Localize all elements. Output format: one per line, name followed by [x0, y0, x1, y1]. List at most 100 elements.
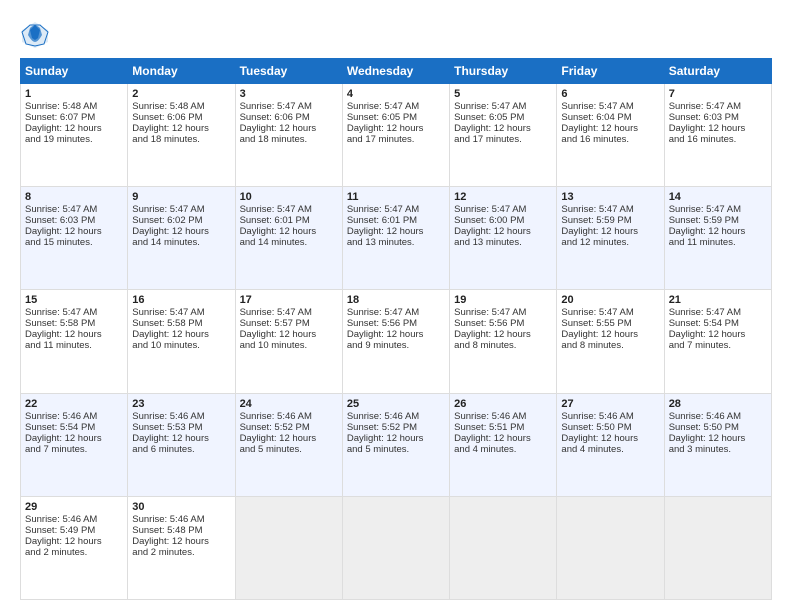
day-number: 15 [25, 294, 123, 306]
day-info-line: Sunrise: 5:46 AM [561, 411, 659, 422]
day-number: 12 [454, 191, 552, 203]
weekday-header: Wednesday [342, 59, 449, 84]
day-info-line: Sunset: 5:48 PM [132, 525, 230, 536]
day-number: 30 [132, 501, 230, 513]
day-info-line: Daylight: 12 hours [25, 123, 123, 134]
weekday-header: Sunday [21, 59, 128, 84]
day-number: 23 [132, 398, 230, 410]
day-info-line: Sunrise: 5:47 AM [561, 101, 659, 112]
day-info-line: Daylight: 12 hours [25, 433, 123, 444]
day-number: 4 [347, 88, 445, 100]
day-info-line: Sunset: 6:00 PM [454, 215, 552, 226]
day-number: 16 [132, 294, 230, 306]
day-info-line: Sunset: 5:57 PM [240, 318, 338, 329]
calendar-cell: 28Sunrise: 5:46 AMSunset: 5:50 PMDayligh… [664, 393, 771, 496]
day-info-line: Sunrise: 5:47 AM [347, 204, 445, 215]
day-info-line: and 14 minutes. [240, 237, 338, 248]
calendar-cell: 8Sunrise: 5:47 AMSunset: 6:03 PMDaylight… [21, 187, 128, 290]
day-info-line: and 16 minutes. [669, 134, 767, 145]
day-info-line: Sunrise: 5:47 AM [240, 307, 338, 318]
day-info-line: Sunset: 6:01 PM [240, 215, 338, 226]
day-info-line: Daylight: 12 hours [669, 123, 767, 134]
day-number: 19 [454, 294, 552, 306]
calendar-cell: 5Sunrise: 5:47 AMSunset: 6:05 PMDaylight… [450, 84, 557, 187]
day-info-line: Sunset: 5:58 PM [25, 318, 123, 329]
day-info-line: Sunset: 5:54 PM [25, 422, 123, 433]
day-info-line: Sunset: 5:51 PM [454, 422, 552, 433]
day-number: 25 [347, 398, 445, 410]
day-number: 24 [240, 398, 338, 410]
day-number: 22 [25, 398, 123, 410]
day-info-line: Sunrise: 5:47 AM [347, 307, 445, 318]
day-number: 13 [561, 191, 659, 203]
page: SundayMondayTuesdayWednesdayThursdayFrid… [0, 0, 792, 612]
day-info-line: Sunrise: 5:47 AM [25, 204, 123, 215]
day-info-line: and 5 minutes. [240, 444, 338, 455]
day-info-line: and 16 minutes. [561, 134, 659, 145]
day-number: 18 [347, 294, 445, 306]
logo [20, 20, 54, 50]
day-info-line: Daylight: 12 hours [240, 433, 338, 444]
weekday-header: Monday [128, 59, 235, 84]
calendar-cell [664, 496, 771, 599]
day-info-line: and 9 minutes. [347, 340, 445, 351]
calendar-table: SundayMondayTuesdayWednesdayThursdayFrid… [20, 58, 772, 600]
calendar-cell: 27Sunrise: 5:46 AMSunset: 5:50 PMDayligh… [557, 393, 664, 496]
day-info-line: Daylight: 12 hours [561, 123, 659, 134]
day-number: 28 [669, 398, 767, 410]
calendar-cell: 1Sunrise: 5:48 AMSunset: 6:07 PMDaylight… [21, 84, 128, 187]
day-info-line: and 19 minutes. [25, 134, 123, 145]
day-info-line: and 10 minutes. [132, 340, 230, 351]
day-info-line: Daylight: 12 hours [347, 123, 445, 134]
day-info-line: Sunset: 6:07 PM [25, 112, 123, 123]
day-info-line: Sunset: 5:50 PM [561, 422, 659, 433]
day-info-line: Sunset: 6:02 PM [132, 215, 230, 226]
calendar-body: 1Sunrise: 5:48 AMSunset: 6:07 PMDaylight… [21, 84, 772, 600]
calendar-cell: 16Sunrise: 5:47 AMSunset: 5:58 PMDayligh… [128, 290, 235, 393]
day-info-line: Sunset: 6:06 PM [240, 112, 338, 123]
day-info-line: and 7 minutes. [669, 340, 767, 351]
day-info-line: Daylight: 12 hours [132, 536, 230, 547]
day-info-line: Sunset: 5:49 PM [25, 525, 123, 536]
day-info-line: Sunset: 5:56 PM [347, 318, 445, 329]
weekday-header: Tuesday [235, 59, 342, 84]
day-info-line: Daylight: 12 hours [25, 536, 123, 547]
day-info-line: Sunrise: 5:46 AM [25, 411, 123, 422]
day-info-line: Sunrise: 5:47 AM [669, 307, 767, 318]
day-info-line: and 18 minutes. [132, 134, 230, 145]
header-row: SundayMondayTuesdayWednesdayThursdayFrid… [21, 59, 772, 84]
day-info-line: Daylight: 12 hours [669, 433, 767, 444]
day-info-line: Sunrise: 5:47 AM [132, 307, 230, 318]
day-info-line: Daylight: 12 hours [240, 123, 338, 134]
calendar-cell: 19Sunrise: 5:47 AMSunset: 5:56 PMDayligh… [450, 290, 557, 393]
calendar-cell: 4Sunrise: 5:47 AMSunset: 6:05 PMDaylight… [342, 84, 449, 187]
day-number: 9 [132, 191, 230, 203]
day-info-line: Sunrise: 5:47 AM [561, 307, 659, 318]
day-info-line: Sunset: 5:56 PM [454, 318, 552, 329]
day-info-line: and 8 minutes. [454, 340, 552, 351]
day-info-line: Daylight: 12 hours [454, 123, 552, 134]
day-info-line: and 7 minutes. [25, 444, 123, 455]
day-info-line: Daylight: 12 hours [454, 226, 552, 237]
day-info-line: Sunrise: 5:47 AM [454, 101, 552, 112]
day-info-line: Sunrise: 5:48 AM [25, 101, 123, 112]
day-info-line: Daylight: 12 hours [132, 329, 230, 340]
calendar-week-row: 29Sunrise: 5:46 AMSunset: 5:49 PMDayligh… [21, 496, 772, 599]
day-info-line: and 4 minutes. [561, 444, 659, 455]
day-info-line: Sunrise: 5:47 AM [454, 204, 552, 215]
day-info-line: Sunset: 6:05 PM [454, 112, 552, 123]
day-number: 7 [669, 88, 767, 100]
day-info-line: and 11 minutes. [25, 340, 123, 351]
day-info-line: Daylight: 12 hours [669, 329, 767, 340]
day-number: 1 [25, 88, 123, 100]
day-info-line: Daylight: 12 hours [25, 329, 123, 340]
calendar-cell: 25Sunrise: 5:46 AMSunset: 5:52 PMDayligh… [342, 393, 449, 496]
day-info-line: and 14 minutes. [132, 237, 230, 248]
weekday-header: Saturday [664, 59, 771, 84]
calendar-cell: 6Sunrise: 5:47 AMSunset: 6:04 PMDaylight… [557, 84, 664, 187]
calendar-week-row: 1Sunrise: 5:48 AMSunset: 6:07 PMDaylight… [21, 84, 772, 187]
day-info-line: and 13 minutes. [347, 237, 445, 248]
calendar-cell [235, 496, 342, 599]
calendar-cell: 23Sunrise: 5:46 AMSunset: 5:53 PMDayligh… [128, 393, 235, 496]
day-info-line: Daylight: 12 hours [347, 329, 445, 340]
